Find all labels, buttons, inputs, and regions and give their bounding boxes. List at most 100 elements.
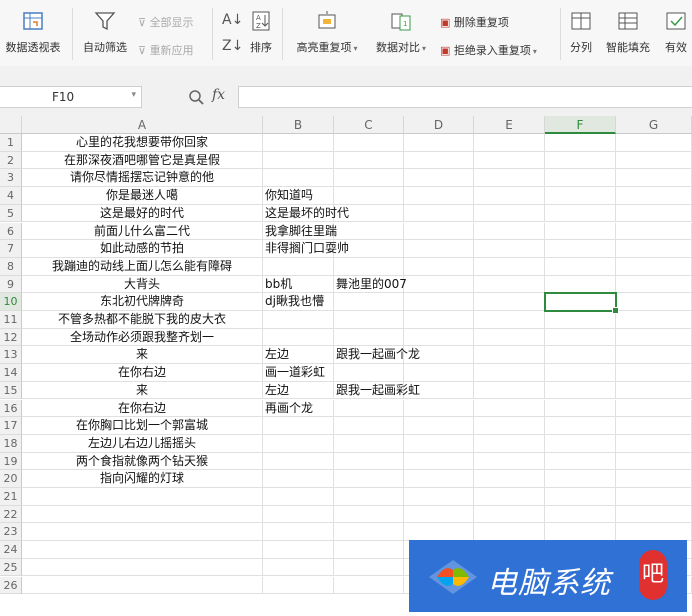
cell-b15[interactable]: 左边 [263,381,334,400]
row-header[interactable]: 12 [0,328,22,347]
cell-d12[interactable] [404,328,474,347]
row-header[interactable]: 2 [0,151,22,170]
cell-a24[interactable] [22,541,263,559]
cell-e23[interactable] [474,523,545,542]
cell-b5[interactable]: 这是最坏的时代 [263,204,349,223]
cell-e6[interactable] [474,222,545,241]
cell-e13[interactable] [474,346,545,365]
cell-c7[interactable] [334,240,404,258]
cell-d2[interactable] [404,151,474,170]
cell-e12[interactable] [474,328,545,347]
cell-f9[interactable] [545,275,616,294]
cell-e19[interactable] [474,452,545,471]
cell-c17[interactable] [334,417,404,435]
validity-button[interactable]: 有效 [660,10,692,55]
fx-button[interactable]: fx [212,87,225,103]
cell-b14[interactable]: 画一道彩虹 [263,364,334,382]
cell-b11[interactable] [263,311,334,329]
cell-g2[interactable] [616,151,692,170]
reject-duplicate-entry-button[interactable]: ▣ 拒绝录入重复项 ▾ [440,42,537,58]
cell-f19[interactable] [545,452,616,471]
cell-c10[interactable] [334,293,404,311]
cell-c11[interactable] [334,311,404,329]
cell-b26[interactable] [263,576,334,595]
cell-d20[interactable] [404,470,474,488]
cell-g20[interactable] [616,470,692,488]
cell-g6[interactable] [616,222,692,241]
row-header[interactable]: 9 [0,275,22,294]
cell-e20[interactable] [474,470,545,488]
cell-b21[interactable] [263,488,334,506]
cell-b8[interactable] [263,257,334,276]
cell-c1[interactable] [334,134,404,152]
cell-c23[interactable] [334,523,404,542]
sort-ascending-icon[interactable]: A↓ [222,12,243,28]
cell-b13[interactable]: 左边 [263,346,334,365]
row-header[interactable]: 15 [0,381,22,400]
cell-d18[interactable] [404,434,474,453]
cell-a19[interactable]: 两个食指就像两个钻天猴 [22,452,263,471]
row-header[interactable]: 25 [0,558,22,577]
cell-a6[interactable]: 前面儿什么富二代 [22,222,263,241]
cell-g21[interactable] [616,488,692,506]
cell-a26[interactable] [22,576,263,595]
cell-b1[interactable] [263,134,334,152]
cell-e16[interactable] [474,399,545,418]
cell-d7[interactable] [404,240,474,258]
column-header-b[interactable]: B [263,116,334,134]
column-header-a[interactable]: A [22,116,263,134]
row-header[interactable]: 23 [0,523,22,542]
cell-b16[interactable]: 再画个龙 [263,399,334,418]
cell-g14[interactable] [616,364,692,382]
cell-e14[interactable] [474,364,545,382]
cell-d9[interactable] [404,275,474,294]
row-header[interactable]: 17 [0,417,22,435]
cell-d3[interactable] [404,169,474,188]
cell-d6[interactable] [404,222,474,241]
sort-descending-icon[interactable]: Z↓ [222,38,243,54]
cell-e10[interactable] [474,293,545,311]
cell-c19[interactable] [334,452,404,471]
cell-a23[interactable] [22,523,263,542]
cell-a7[interactable]: 如此动感的节拍 [22,240,263,258]
cell-d5[interactable] [404,204,474,223]
cell-f8[interactable] [545,257,616,276]
cell-c9[interactable]: 舞池里的007 [334,275,407,294]
cell-a17[interactable]: 在你胸口比划一个郭富城 [22,417,263,435]
column-header-e[interactable]: E [474,116,545,134]
cell-f6[interactable] [545,222,616,241]
cell-g16[interactable] [616,399,692,418]
cell-g1[interactable] [616,134,692,152]
cell-d4[interactable] [404,187,474,205]
cell-a5[interactable]: 这是最好的时代 [22,204,263,223]
delete-duplicates-button[interactable]: ▣ 删除重复项 [440,14,509,30]
cell-g4[interactable] [616,187,692,205]
cell-d15[interactable] [404,381,474,400]
cell-g11[interactable] [616,311,692,329]
cell-d11[interactable] [404,311,474,329]
cell-c16[interactable] [334,399,404,418]
cell-a11[interactable]: 不管多热都不能脱下我的皮大衣 [22,311,263,329]
cell-a8[interactable]: 我蹦迪的动线上面儿怎么能有障碍 [22,257,263,276]
selected-cell-indicator[interactable] [544,292,619,314]
cell-c5[interactable] [334,204,404,223]
column-header-f[interactable]: F [545,116,616,134]
cell-e15[interactable] [474,381,545,400]
cell-a21[interactable] [22,488,263,506]
name-box[interactable]: F10 ▾ [0,86,142,108]
cell-a2[interactable]: 在那深夜酒吧哪管它是真是假 [22,151,263,170]
cell-c24[interactable] [334,541,404,559]
chevron-down-icon[interactable]: ▾ [131,90,136,100]
cell-c26[interactable] [334,576,404,595]
cell-d16[interactable] [404,399,474,418]
cell-e22[interactable] [474,505,545,524]
cell-b10[interactable]: dj瞅我也懵 [263,293,334,311]
cell-f1[interactable] [545,134,616,152]
cell-c15[interactable]: 跟我一起画彩虹 [334,381,420,400]
cell-d10[interactable] [404,293,474,311]
data-compare-button[interactable]: 1 数据对比 ▾ [370,10,432,55]
select-all-corner[interactable] [0,116,22,134]
row-header[interactable]: 14 [0,364,22,382]
cell-f21[interactable] [545,488,616,506]
cell-c25[interactable] [334,558,404,577]
